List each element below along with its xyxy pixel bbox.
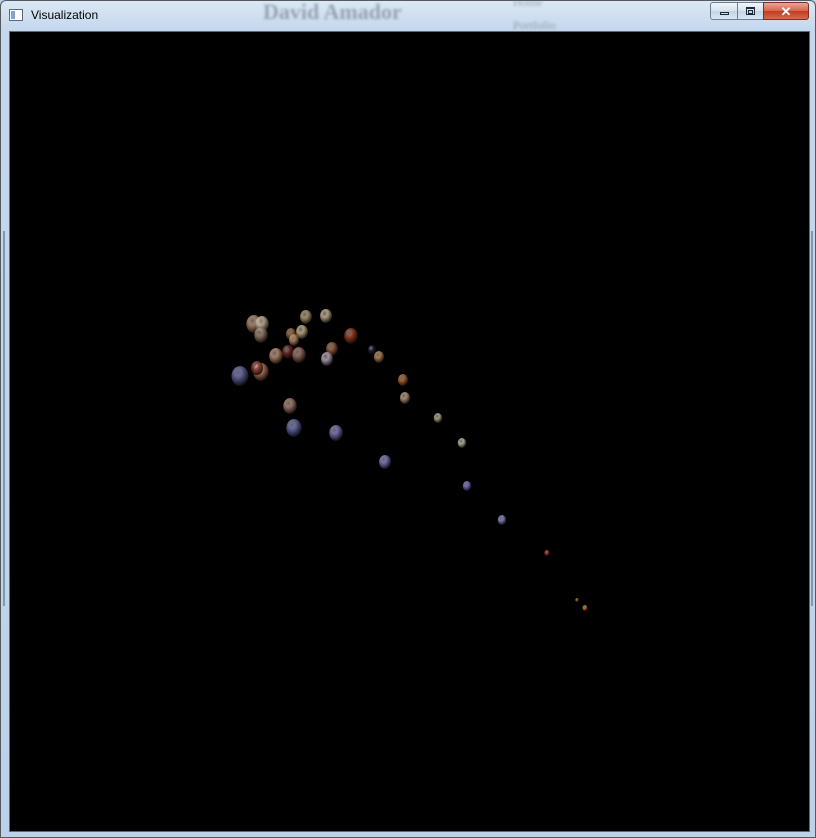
particle-sphere [544,550,550,556]
particle-sphere [282,345,294,359]
particle-sphere [283,398,297,414]
particle-sphere [575,598,579,602]
particle-sphere [497,515,507,525]
right-frame-accent [811,231,813,606]
particle-sphere [582,605,588,611]
particle-sphere [231,366,249,386]
particle-sphere [320,309,332,323]
minimize-icon [719,12,729,15]
caption-buttons: ✕ [710,2,809,21]
background-ghost-title: David Amador [263,0,402,24]
close-button[interactable]: ✕ [763,2,809,20]
title-bar[interactable]: David Amador Home Portfolio Visualizatio… [1,0,815,32]
particle-sphere [251,361,263,375]
particle-sphere [344,328,358,344]
particle-sphere [373,351,385,363]
window-title: Visualization [31,8,99,22]
particle-sphere [321,352,333,366]
window-app-icon[interactable] [9,9,23,21]
particle-sphere [292,347,306,363]
particle-sphere [329,425,343,441]
left-frame-accent [3,231,5,606]
maximize-icon [746,7,755,15]
particle-sphere [288,334,300,346]
close-icon: ✕ [780,3,792,19]
particle-sphere [269,348,283,364]
minimize-button[interactable] [710,2,737,20]
maximize-button[interactable] [737,2,763,20]
particle-scene [231,309,588,611]
background-ghost-line-1: Home [513,0,543,9]
render-viewport[interactable] [9,31,810,832]
particle-sphere [254,327,268,343]
particle-sphere [286,419,302,437]
particle-sphere [300,310,312,324]
visualization-window: David Amador Home Portfolio Visualizatio… [0,0,816,838]
particle-sphere [462,481,472,491]
particle-sphere [399,392,411,404]
particle-sphere [397,374,409,386]
particle-sphere [457,438,467,448]
particle-sphere [433,413,443,423]
particle-sphere [379,455,391,469]
